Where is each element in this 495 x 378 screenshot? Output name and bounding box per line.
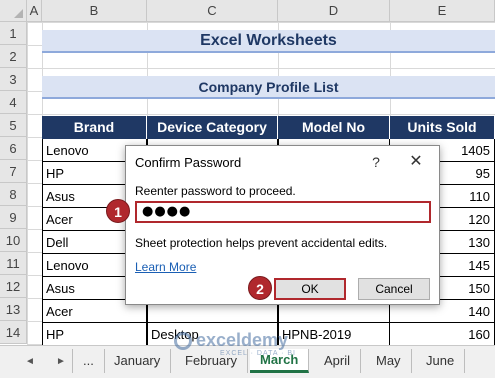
header-units-sold[interactable]: Units Sold [390,116,495,139]
tab-overflow[interactable]: ... [72,349,105,373]
row-header[interactable]: 11 [0,252,27,275]
column-header-c[interactable]: C [147,0,278,22]
row-header[interactable]: 7 [0,160,27,183]
ok-button[interactable]: OK [274,278,346,300]
confirm-password-dialog: Confirm Password ? ✕ Reenter password to… [125,145,440,305]
row-header[interactable]: 14 [0,321,27,344]
tab-april[interactable]: April [314,349,362,373]
watermark-logo: exceldemy [196,330,289,350]
tab-june[interactable]: June [416,349,466,373]
exceldemy-logo-icon [174,332,192,350]
row-header[interactable]: 6 [0,137,27,160]
header-brand[interactable]: Brand [42,116,147,139]
row-header[interactable]: 3 [0,68,27,91]
row-header[interactable]: 13 [0,298,27,321]
help-icon[interactable]: ? [366,152,386,172]
scroll-tabs-right-icon[interactable]: ► [56,356,66,367]
cancel-button[interactable]: Cancel [358,278,430,300]
row-header[interactable]: 1 [0,22,27,45]
row-header[interactable]: 2 [0,45,27,68]
cell-model-no[interactable]: HPNB-2019 [278,323,390,346]
dialog-title: Confirm Password [135,155,242,170]
cell-units-sold[interactable]: 160 [390,323,495,346]
row-header[interactable]: 8 [0,183,27,206]
tab-january[interactable]: January [104,349,172,373]
step-marker-1: 1 [106,199,130,223]
table-title[interactable]: Company Profile List [42,76,495,99]
cell-brand[interactable]: HP [42,323,147,346]
scroll-tabs-left-icon[interactable]: ◄ [25,356,35,367]
password-label: Reenter password to proceed. [135,184,296,198]
row-header[interactable]: 9 [0,206,27,229]
column-header-d[interactable]: D [278,0,390,22]
learn-more-link[interactable]: Learn More [135,260,196,274]
row-header[interactable]: 4 [0,91,27,114]
select-all-corner[interactable] [0,0,27,22]
watermark-tagline: EXCEL · DATA · BI [220,350,296,357]
column-header-a[interactable]: A [27,0,42,22]
header-device-category[interactable]: Device Category [147,116,278,139]
step-marker-2: 2 [248,276,272,300]
password-input[interactable]: ●●●● [135,201,431,223]
protection-message: Sheet protection helps prevent accidenta… [135,236,388,250]
row-header[interactable]: 5 [0,114,27,137]
header-model-no[interactable]: Model No [278,116,390,139]
row-header[interactable]: 10 [0,229,27,252]
close-icon[interactable]: ✕ [406,152,426,172]
worksheet-title[interactable]: Excel Worksheets [42,30,495,53]
row-header[interactable]: 12 [0,275,27,298]
column-header-b[interactable]: B [42,0,147,22]
tab-may[interactable]: May [366,349,412,373]
column-header-e[interactable]: E [390,0,495,22]
